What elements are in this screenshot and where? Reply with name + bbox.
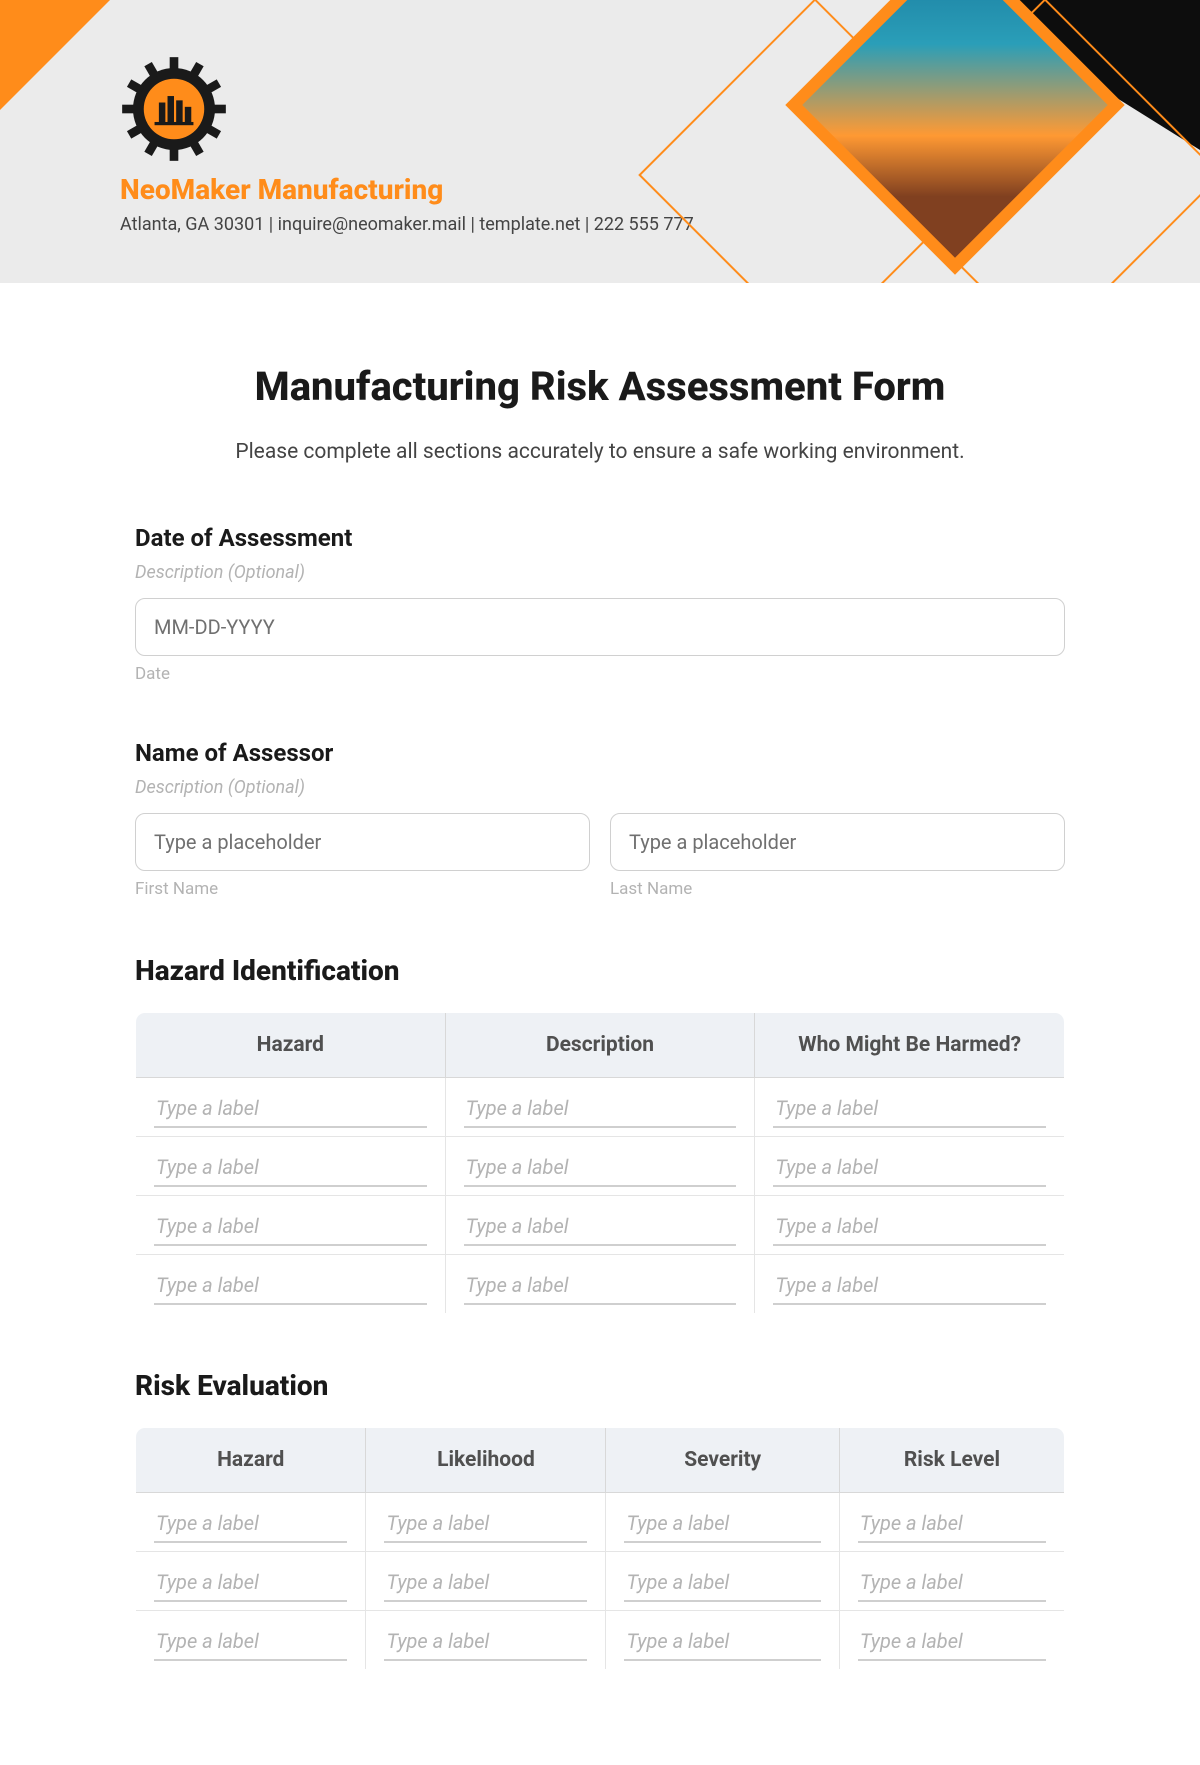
hazard-section-title: Hazard Identification bbox=[135, 954, 1065, 987]
table-cell-input[interactable] bbox=[858, 1505, 1046, 1543]
decorative-triangle-orange bbox=[0, 0, 110, 110]
assessor-label: Name of Assessor bbox=[135, 739, 1065, 767]
table-cell-input[interactable] bbox=[464, 1208, 737, 1246]
table-cell-input[interactable] bbox=[773, 1149, 1046, 1187]
table-header: Risk Level bbox=[839, 1428, 1064, 1493]
page-header: NeoMaker Manufacturing Atlanta, GA 30301… bbox=[0, 0, 1200, 283]
company-name: NeoMaker Manufacturing bbox=[120, 173, 694, 206]
table-cell-input[interactable] bbox=[154, 1505, 347, 1543]
table-cell-input[interactable] bbox=[154, 1208, 427, 1246]
form-subtitle: Please complete all sections accurately … bbox=[135, 440, 1065, 464]
table-row bbox=[136, 1552, 1065, 1611]
date-field-group: Date of Assessment Description (Optional… bbox=[135, 524, 1065, 684]
table-header: Hazard bbox=[136, 1428, 366, 1493]
table-header: Hazard bbox=[136, 1013, 446, 1078]
risk-section-title: Risk Evaluation bbox=[135, 1369, 1065, 1402]
table-cell-input[interactable] bbox=[773, 1267, 1046, 1305]
gear-logo-icon bbox=[120, 55, 228, 163]
date-sublabel: Date bbox=[135, 664, 1065, 684]
table-row bbox=[136, 1196, 1065, 1255]
table-cell-input[interactable] bbox=[624, 1505, 820, 1543]
table-cell-input[interactable] bbox=[154, 1564, 347, 1602]
assessor-field-group: Name of Assessor Description (Optional) … bbox=[135, 739, 1065, 899]
table-cell-input[interactable] bbox=[384, 1623, 587, 1661]
table-row bbox=[136, 1255, 1065, 1314]
assessor-description: Description (Optional) bbox=[135, 777, 1065, 798]
table-header: Likelihood bbox=[366, 1428, 606, 1493]
first-name-input[interactable] bbox=[135, 813, 590, 871]
logo-block: NeoMaker Manufacturing Atlanta, GA 30301… bbox=[120, 55, 694, 235]
date-input[interactable] bbox=[135, 598, 1065, 656]
table-cell-input[interactable] bbox=[624, 1564, 820, 1602]
table-cell-input[interactable] bbox=[154, 1090, 427, 1128]
table-cell-input[interactable] bbox=[384, 1564, 587, 1602]
table-cell-input[interactable] bbox=[384, 1505, 587, 1543]
table-header: Severity bbox=[606, 1428, 839, 1493]
table-row bbox=[136, 1493, 1065, 1552]
table-cell-input[interactable] bbox=[773, 1090, 1046, 1128]
table-cell-input[interactable] bbox=[858, 1564, 1046, 1602]
form-title: Manufacturing Risk Assessment Form bbox=[135, 363, 1065, 410]
table-header: Description bbox=[445, 1013, 755, 1078]
table-cell-input[interactable] bbox=[858, 1623, 1046, 1661]
table-cell-input[interactable] bbox=[624, 1623, 820, 1661]
table-cell-input[interactable] bbox=[154, 1267, 427, 1305]
hazard-table: HazardDescriptionWho Might Be Harmed? bbox=[135, 1012, 1065, 1314]
form-content: Manufacturing Risk Assessment Form Pleas… bbox=[0, 283, 1200, 1765]
table-cell-input[interactable] bbox=[464, 1149, 737, 1187]
table-row bbox=[136, 1611, 1065, 1670]
last-name-sublabel: Last Name bbox=[610, 879, 1065, 899]
table-header: Who Might Be Harmed? bbox=[755, 1013, 1065, 1078]
table-row bbox=[136, 1078, 1065, 1137]
date-description: Description (Optional) bbox=[135, 562, 1065, 583]
table-cell-input[interactable] bbox=[464, 1090, 737, 1128]
table-cell-input[interactable] bbox=[154, 1623, 347, 1661]
risk-table: HazardLikelihoodSeverityRisk Level bbox=[135, 1427, 1065, 1670]
header-decorative-image bbox=[750, 0, 1110, 283]
table-cell-input[interactable] bbox=[154, 1149, 427, 1187]
table-cell-input[interactable] bbox=[773, 1208, 1046, 1246]
company-contact-info: Atlanta, GA 30301 | inquire@neomaker.mai… bbox=[120, 214, 694, 235]
table-cell-input[interactable] bbox=[464, 1267, 737, 1305]
first-name-sublabel: First Name bbox=[135, 879, 590, 899]
last-name-input[interactable] bbox=[610, 813, 1065, 871]
table-row bbox=[136, 1137, 1065, 1196]
date-label: Date of Assessment bbox=[135, 524, 1065, 552]
